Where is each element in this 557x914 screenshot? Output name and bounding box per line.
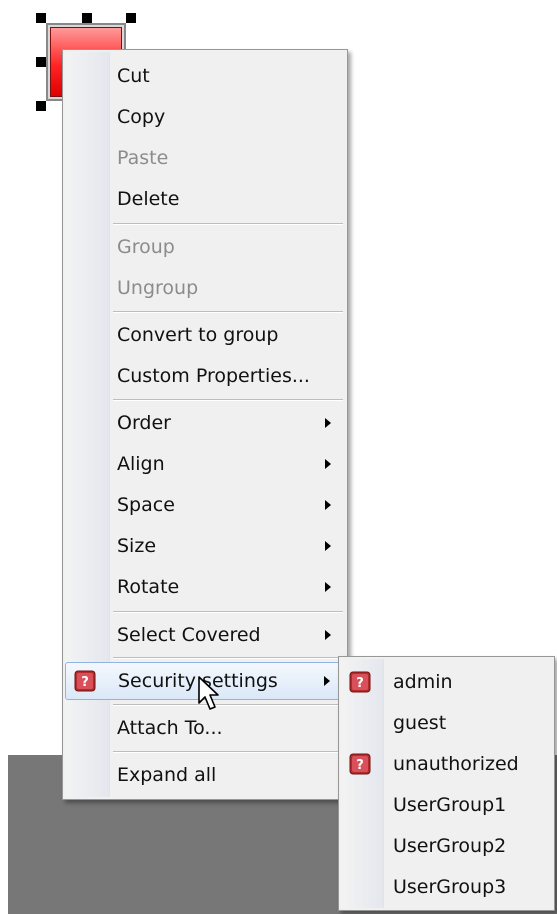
menu-item-copy[interactable]: Copy (65, 98, 345, 136)
menu-item-order[interactable]: Order (65, 404, 345, 442)
menu-item-group: Group (65, 228, 345, 266)
menu-item-label: Custom Properties... (117, 365, 310, 387)
resize-handle-top-left[interactable] (36, 13, 46, 23)
submenu-arrow-icon (324, 676, 330, 686)
menu-item-convert-to-group[interactable]: Convert to group (65, 316, 345, 354)
menu-separator (113, 223, 343, 225)
submenu-item-label: admin (393, 671, 453, 693)
menu-item-space[interactable]: Space (65, 486, 345, 524)
security-shield-icon: ? (349, 671, 371, 693)
submenu-arrow-icon (325, 541, 331, 551)
menu-item-cut[interactable]: Cut (65, 57, 345, 95)
submenu-item-label: guest (393, 712, 447, 734)
svg-text:?: ? (81, 675, 89, 690)
menu-item-label: Paste (117, 147, 169, 169)
submenu-item-label: UserGroup1 (393, 794, 507, 816)
menu-item-label: Ungroup (117, 277, 199, 299)
menu-separator (113, 311, 343, 313)
submenu-item-admin[interactable]: ? admin (341, 663, 552, 701)
submenu-item-usergroup1[interactable]: UserGroup1 (341, 786, 552, 824)
menu-item-label: Space (117, 494, 175, 516)
menu-item-attach-to[interactable]: Attach To... (65, 709, 345, 747)
submenu-item-label: UserGroup3 (393, 876, 507, 898)
menu-item-custom-properties[interactable]: Custom Properties... (65, 357, 345, 395)
submenu-item-label: UserGroup2 (393, 835, 507, 857)
submenu-arrow-icon (325, 418, 331, 428)
security-submenu: ? admin guest ? unauthorized UserGroup1 … (338, 656, 555, 911)
submenu-item-unauthorized[interactable]: ? unauthorized (341, 745, 552, 783)
menu-separator (113, 751, 343, 753)
menu-item-label: Cut (117, 65, 150, 87)
submenu-arrow-icon (325, 500, 331, 510)
menu-item-label: Convert to group (117, 324, 279, 346)
svg-text:?: ? (356, 758, 364, 773)
menu-item-label: Delete (117, 188, 180, 210)
menu-item-label: Group (117, 236, 175, 258)
menu-item-label: Rotate (117, 576, 180, 598)
menu-item-rotate[interactable]: Rotate (65, 568, 345, 606)
submenu-item-usergroup3[interactable]: UserGroup3 (341, 868, 552, 906)
menu-separator (113, 657, 343, 659)
menu-separator (113, 399, 343, 401)
menu-item-select-covered[interactable]: Select Covered (65, 616, 345, 654)
menu-item-ungroup: Ungroup (65, 269, 345, 307)
resize-handle-top[interactable] (82, 13, 92, 23)
security-shield-icon: ? (74, 670, 96, 692)
submenu-item-label: unauthorized (393, 753, 519, 775)
menu-item-label: Attach To... (117, 717, 223, 739)
menu-item-align[interactable]: Align (65, 445, 345, 483)
security-shield-icon: ? (349, 753, 371, 775)
submenu-arrow-icon (325, 582, 331, 592)
submenu-item-usergroup2[interactable]: UserGroup2 (341, 827, 552, 865)
menu-separator (113, 611, 343, 613)
menu-item-label: Size (117, 535, 157, 557)
mouse-cursor-icon (198, 676, 219, 710)
menu-item-delete[interactable]: Delete (65, 180, 345, 218)
menu-item-label: Align (117, 453, 165, 475)
submenu-arrow-icon (325, 459, 331, 469)
resize-handle-bottom-left[interactable] (36, 101, 46, 111)
submenu-item-guest[interactable]: guest (341, 704, 552, 742)
menu-item-paste: Paste (65, 139, 345, 177)
menu-item-expand-all[interactable]: Expand all (65, 756, 345, 794)
menu-item-label: Select Covered (117, 624, 261, 646)
resize-handle-left[interactable] (36, 57, 46, 67)
menu-item-label: Expand all (117, 764, 217, 786)
submenu-arrow-icon (325, 630, 331, 640)
svg-text:?: ? (356, 676, 364, 691)
menu-item-label: Order (117, 412, 171, 434)
menu-item-size[interactable]: Size (65, 527, 345, 565)
menu-item-label: Copy (117, 106, 166, 128)
menu-separator (113, 704, 343, 706)
resize-handle-top-right[interactable] (126, 13, 136, 23)
